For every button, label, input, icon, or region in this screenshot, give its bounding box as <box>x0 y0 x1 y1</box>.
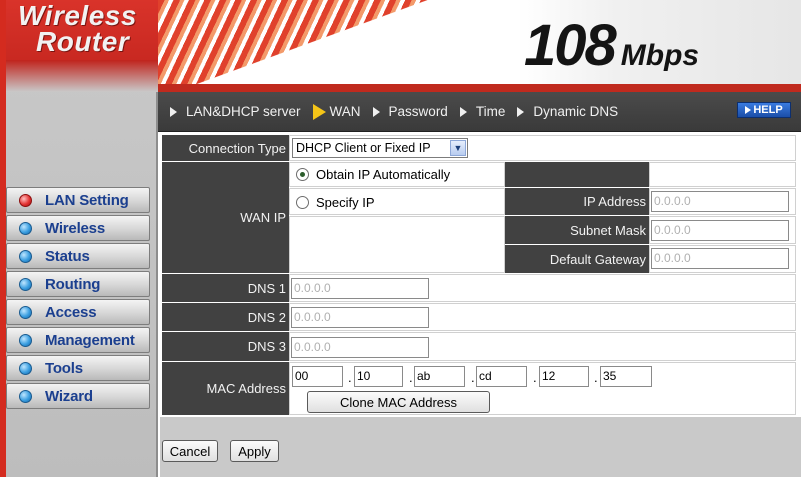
apply-button[interactable]: Apply <box>230 440 279 462</box>
arrow-right-icon <box>517 106 525 117</box>
tab-label: Dynamic DNS <box>533 104 619 119</box>
mac-separator: . <box>409 370 413 385</box>
help-arrow-icon <box>745 106 752 114</box>
wan-ip-header-cell <box>649 162 796 187</box>
chevron-down-icon: ▼ <box>450 140 466 156</box>
dns2-input[interactable]: 0.0.0.0 <box>291 307 429 328</box>
bullet-icon <box>19 361 32 375</box>
sidebar: Wireless Router LAN Setting Wireless Sta… <box>0 0 158 477</box>
logo-fade <box>6 60 158 92</box>
mac-separator: . <box>594 370 598 385</box>
specify-ip-label: Specify IP <box>316 195 375 210</box>
sidebar-item-wizard[interactable]: Wizard <box>6 383 150 409</box>
sidebar-item-label: Access <box>45 303 97 321</box>
dns3-input[interactable]: 0.0.0.0 <box>291 337 429 358</box>
specify-ip-radio[interactable]: Specify IP <box>296 195 375 210</box>
sidebar-item-label: LAN Setting <box>45 191 129 209</box>
tab-lan-dhcp-server[interactable]: LAN&DHCP server <box>170 104 301 119</box>
help-button[interactable]: HELP <box>737 102 791 118</box>
tab-label: WAN <box>329 104 361 119</box>
mac-octet-3-input[interactable]: ab <box>414 366 465 387</box>
mac-octet-4-input[interactable]: cd <box>476 366 527 387</box>
mac-separator: . <box>533 370 537 385</box>
subnet-mask-label: Subnet Mask <box>505 216 649 244</box>
help-label: HELP <box>753 104 783 116</box>
sidebar-menu: LAN Setting Wireless Status Routing Acce… <box>6 187 150 411</box>
bullet-icon <box>19 305 32 319</box>
bullet-icon <box>19 221 32 235</box>
brand-line-2: Router <box>36 26 130 57</box>
ip-address-label: IP Address <box>505 188 649 215</box>
bullet-icon <box>19 249 32 263</box>
obtain-ip-radio[interactable]: Obtain IP Automatically <box>296 167 450 182</box>
obtain-ip-label: Obtain IP Automatically <box>316 167 451 182</box>
sidebar-item-status[interactable]: Status <box>6 243 150 269</box>
mac-separator: . <box>348 370 352 385</box>
sidebar-item-tools[interactable]: Tools <box>6 355 150 381</box>
tab-dynamic-dns[interactable]: Dynamic DNS <box>517 104 618 119</box>
dns1-input[interactable]: 0.0.0.0 <box>291 278 429 299</box>
sidebar-item-label: Wizard <box>45 387 93 405</box>
tab-password[interactable]: Password <box>372 104 448 119</box>
connection-type-select[interactable]: DHCP Client or Fixed IP ▼ <box>292 138 468 158</box>
header-banner: 108 Mbps <box>158 0 801 92</box>
speed-logo: 108 Mbps <box>524 12 699 79</box>
bullet-icon <box>19 333 32 347</box>
mac-separator: . <box>471 370 475 385</box>
mac-octet-5-input[interactable]: 12 <box>539 366 589 387</box>
sidebar-item-access[interactable]: Access <box>6 299 150 325</box>
banner-red-bar <box>158 84 801 92</box>
cancel-button[interactable]: Cancel <box>162 440 218 462</box>
speed-number: 108 <box>524 13 617 78</box>
tab-time[interactable]: Time <box>459 104 506 119</box>
arrow-right-icon <box>459 106 467 117</box>
brand-logo: Wireless Router <box>6 0 158 92</box>
sidebar-item-label: Routing <box>45 275 101 293</box>
bullet-icon <box>19 277 32 291</box>
tab-label: LAN&DHCP server <box>186 104 301 119</box>
sidebar-item-label: Management <box>45 331 135 349</box>
wan-ip-header-dark <box>505 162 649 187</box>
tab-label: Password <box>388 104 448 119</box>
ip-address-input[interactable]: 0.0.0.0 <box>651 191 789 212</box>
bullet-icon <box>19 193 32 207</box>
sidebar-item-routing[interactable]: Routing <box>6 271 150 297</box>
arrow-right-icon <box>312 103 326 120</box>
connection-type-label: Connection Type <box>162 135 289 161</box>
bullet-icon <box>19 389 32 403</box>
wan-ip-empty-cell <box>289 216 505 273</box>
sidebar-item-lan-setting[interactable]: LAN Setting <box>6 187 150 213</box>
top-nav: LAN&DHCP server WAN Password Time Dynami… <box>158 92 801 132</box>
mac-octet-1-input[interactable]: 00 <box>292 366 343 387</box>
dns2-label: DNS 2 <box>162 303 289 331</box>
action-bar: Cancel Apply <box>160 417 801 477</box>
radio-unselected-icon <box>296 196 309 209</box>
dns1-label: DNS 1 <box>162 274 289 302</box>
speed-unit: Mbps <box>620 39 700 72</box>
mac-octet-6-input[interactable]: 35 <box>600 366 652 387</box>
sidebar-item-label: Wireless <box>45 219 105 237</box>
arrow-right-icon <box>372 106 380 117</box>
sidebar-item-management[interactable]: Management <box>6 327 150 353</box>
dns3-label: DNS 3 <box>162 332 289 361</box>
default-gateway-label: Default Gateway <box>505 245 649 273</box>
arrow-right-icon <box>170 106 177 117</box>
clone-mac-address-button[interactable]: Clone MAC Address <box>307 391 490 413</box>
wan-ip-label: WAN IP <box>162 162 289 273</box>
default-gateway-input[interactable]: 0.0.0.0 <box>651 248 789 269</box>
tab-wan[interactable]: WAN <box>312 103 361 120</box>
radio-selected-icon <box>296 168 309 181</box>
subnet-mask-input[interactable]: 0.0.0.0 <box>651 220 789 241</box>
sidebar-item-label: Tools <box>45 359 83 377</box>
connection-type-value: DHCP Client or Fixed IP <box>296 141 431 155</box>
sidebar-item-label: Status <box>45 247 90 265</box>
mac-octet-2-input[interactable]: 10 <box>354 366 403 387</box>
mac-address-label: MAC Address <box>162 362 289 415</box>
sidebar-item-wireless[interactable]: Wireless <box>6 215 150 241</box>
tab-label: Time <box>475 104 506 119</box>
